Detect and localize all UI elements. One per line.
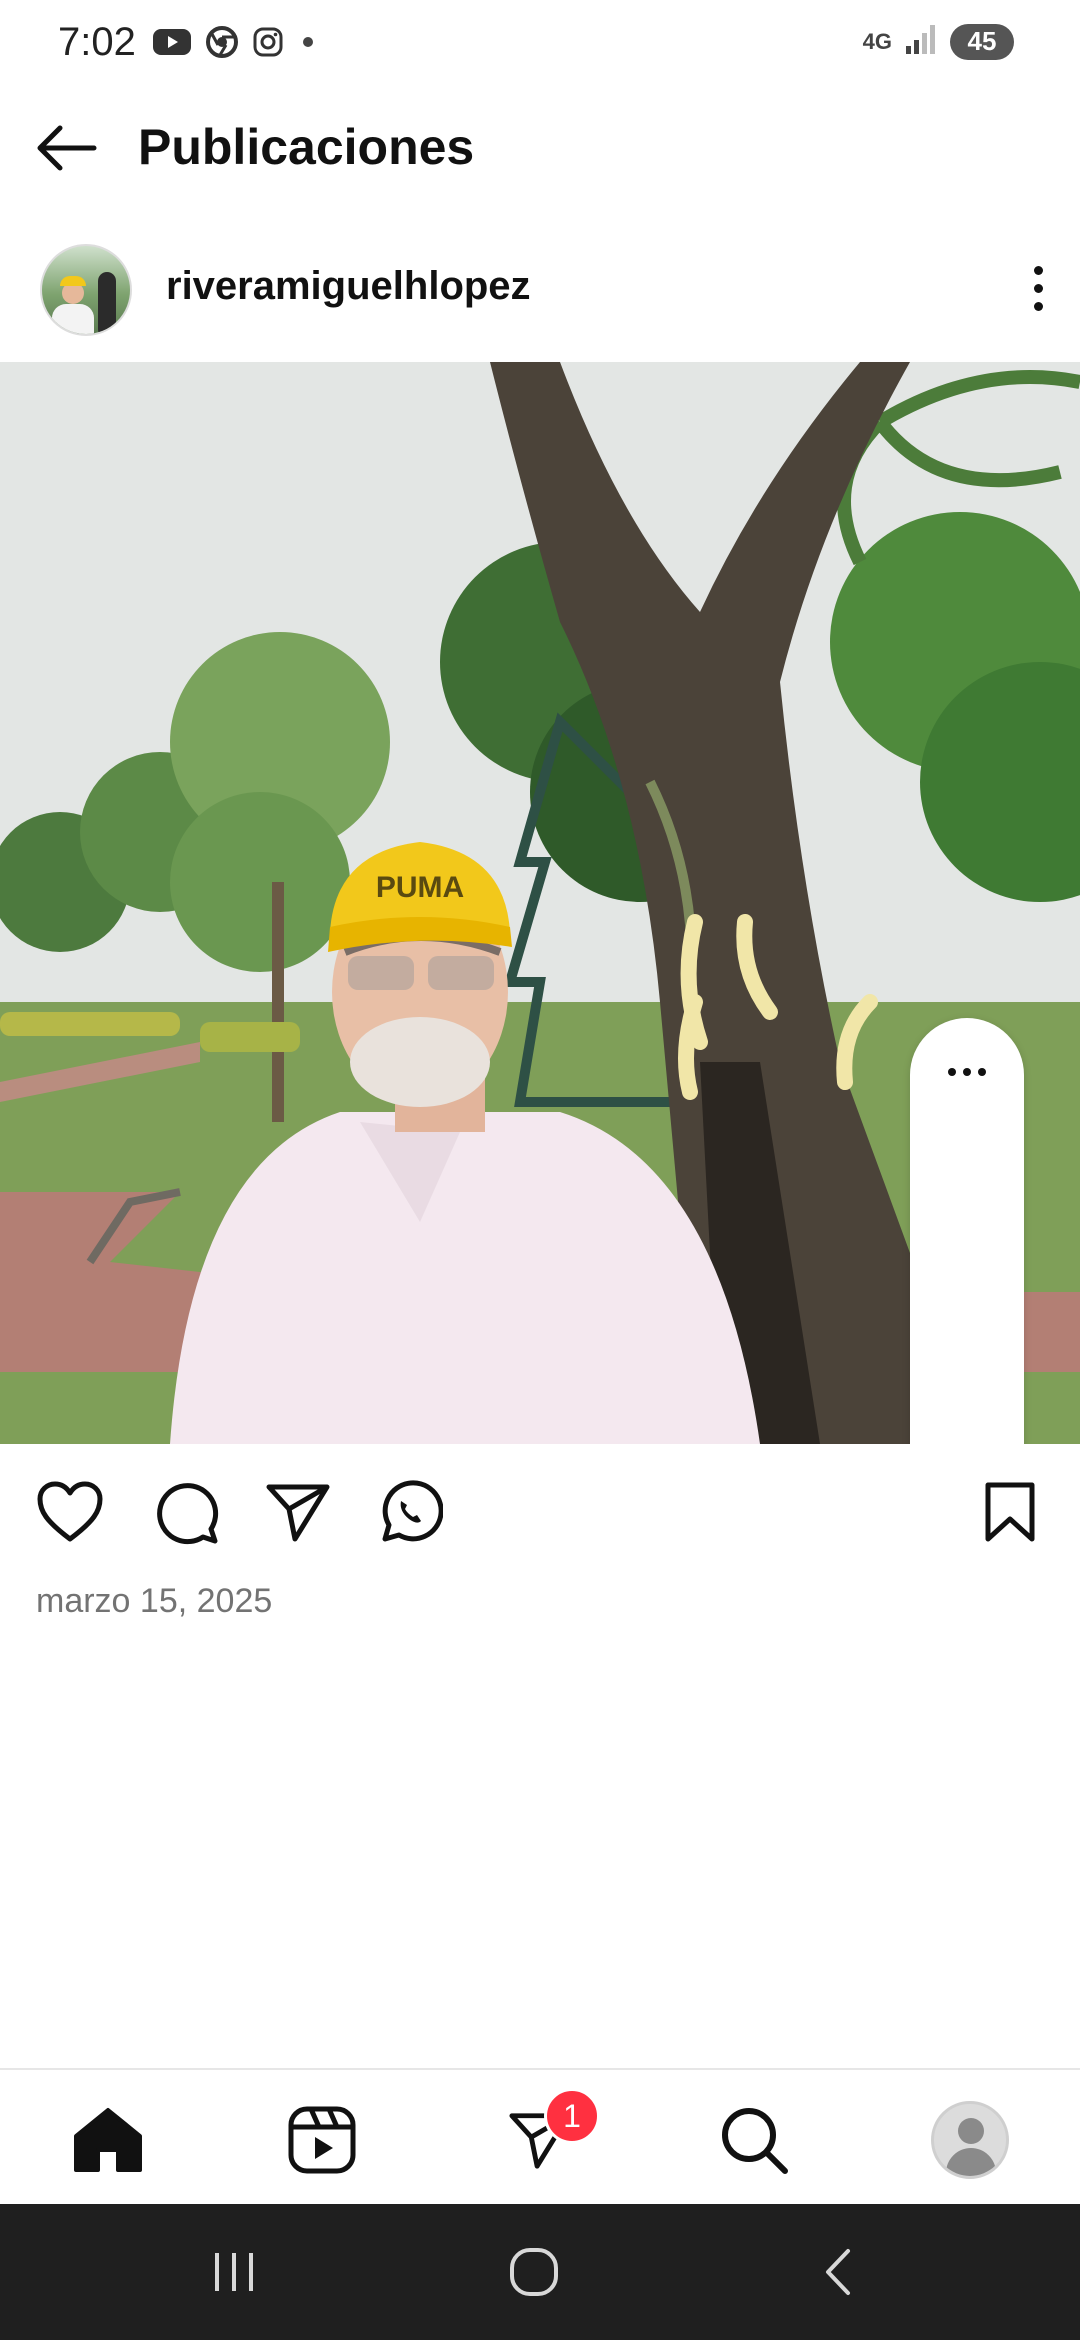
bookmark-icon [985, 1482, 1035, 1542]
media-control-panel [910, 1018, 1024, 1444]
youtube-icon [152, 27, 192, 62]
recents-button[interactable] [194, 2242, 274, 2302]
nav-reels[interactable] [282, 2100, 362, 2180]
comment-button[interactable] [150, 1476, 222, 1548]
profile-avatar [931, 2101, 1009, 2179]
nav-home[interactable] [68, 2100, 148, 2180]
bottom-nav: 1 [0, 2068, 1080, 2204]
home-button[interactable] [494, 2242, 574, 2302]
nav-search[interactable] [714, 2100, 794, 2180]
post-actions [0, 1470, 1080, 1550]
home-icon [74, 2108, 142, 2172]
signal-icon [904, 22, 938, 61]
home-circle-icon [510, 2248, 558, 2296]
comment-icon [157, 1483, 219, 1545]
back-button[interactable] [30, 118, 102, 178]
save-button[interactable] [974, 1476, 1046, 1548]
post-header: riveramiguelhlopez [0, 236, 1080, 360]
instagram-icon [252, 26, 284, 63]
whatsapp-icon [382, 1480, 443, 1542]
back-arrow-icon [37, 125, 97, 171]
system-nav-bar [0, 2204, 1080, 2340]
post-options-button[interactable] [1018, 258, 1058, 318]
search-icon [722, 2108, 788, 2174]
cap-text: PUMA [376, 871, 464, 904]
direct-badge: 1 [544, 2088, 600, 2144]
system-status-icons: 4G 45 [863, 22, 1014, 61]
post-date: marzo 15, 2025 [36, 1582, 273, 1620]
like-button[interactable] [34, 1476, 106, 1548]
page-title: Publicaciones [138, 119, 475, 175]
nav-profile[interactable] [930, 2100, 1010, 2180]
notification-icons [152, 26, 318, 63]
media-options-button[interactable] [937, 1052, 997, 1092]
reels-icon [288, 2106, 356, 2174]
system-back-icon [826, 2249, 850, 2295]
app-header: Publicaciones [0, 100, 1080, 196]
chrome-icon [206, 26, 238, 63]
network-type: 4G [862, 28, 892, 54]
battery-indicator: 45 [950, 23, 1014, 60]
heart-icon [37, 1481, 103, 1542]
status-time: 7:02 [58, 20, 136, 64]
post-username[interactable]: riveramiguelhlopez [166, 264, 531, 309]
dot-icon [298, 32, 318, 57]
send-icon [266, 1484, 330, 1542]
system-back-button[interactable] [798, 2242, 878, 2302]
recents-icon [215, 2253, 253, 2291]
share-button[interactable] [262, 1476, 334, 1548]
post-image[interactable]: PUMA [0, 362, 1080, 1444]
whatsapp-share-button[interactable] [374, 1476, 446, 1548]
user-avatar[interactable] [40, 244, 132, 336]
status-bar: 7:02 4G 45 [0, 0, 1080, 90]
nav-direct[interactable]: 1 [500, 2088, 600, 2180]
